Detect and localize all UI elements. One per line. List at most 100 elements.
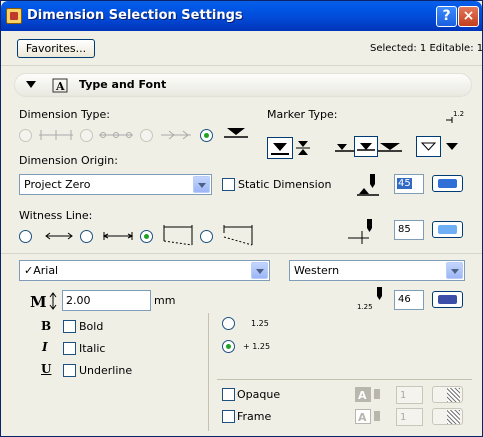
- marker-type-label: Marker Type:: [267, 108, 338, 121]
- underline-checkbox[interactable]: [63, 364, 76, 377]
- chevron-down-icon[interactable]: [251, 262, 268, 279]
- witness-full-icon: [163, 225, 193, 246]
- background-pen-icon: A: [355, 387, 380, 402]
- close-button[interactable]: ×: [458, 6, 479, 27]
- marker-dropdown-icon[interactable]: [444, 141, 460, 153]
- frame-label: Frame: [237, 410, 272, 423]
- hatch-pattern-icon: [447, 410, 460, 424]
- svg-text:A: A: [358, 411, 367, 424]
- static-dimension-label: Static Dimension: [238, 178, 332, 191]
- text-position-label-2: + 1.25: [243, 342, 271, 351]
- dimension-origin-select[interactable]: Project Zero: [19, 174, 212, 195]
- marker-wide-triangle-icon[interactable]: [378, 141, 402, 155]
- dimension-pen-color-button[interactable]: [432, 175, 463, 192]
- witness-pen-field[interactable]: 85: [394, 220, 424, 240]
- frame-fill-button[interactable]: [432, 408, 463, 425]
- dimension-pen-field[interactable]: 45: [394, 174, 424, 194]
- help-button[interactable]: ?: [436, 6, 457, 27]
- svg-text:A: A: [358, 389, 367, 402]
- section-header-type-font[interactable]: A Type and Font: [14, 73, 472, 97]
- bold-checkbox[interactable]: [63, 320, 76, 333]
- chevron-down-icon[interactable]: [193, 176, 210, 193]
- witness-radio-4[interactable]: [200, 230, 213, 243]
- marker-size-value: 1.2: [453, 110, 464, 118]
- selection-status: Selected: 1 Editable: 1: [370, 43, 483, 54]
- vertical-divider: [208, 313, 209, 431]
- marker-hourglass-icon[interactable]: [295, 138, 311, 158]
- dim-type-arrow-icon: [161, 130, 191, 140]
- text-pen-marker: 1.25: [357, 303, 373, 311]
- window-title: Dimension Selection Settings: [27, 8, 243, 23]
- dimension-pen-value: 45: [397, 178, 412, 189]
- frame-pen-field[interactable]: 1: [396, 408, 423, 426]
- text-pen-color-button[interactable]: [432, 291, 463, 308]
- opaque-fill-button[interactable]: [432, 386, 463, 403]
- section-title: Type and Font: [79, 78, 167, 91]
- title-bar[interactable]: Dimension Selection Settings ? ×: [1, 1, 482, 31]
- marker-button-2[interactable]: [354, 136, 378, 157]
- dim-type-elevation-icon: [224, 128, 248, 138]
- font-size-input[interactable]: 2.00: [62, 290, 151, 311]
- dimension-type-label: Dimension Type:: [19, 108, 110, 121]
- header-divider: [1, 65, 482, 66]
- dim-type-radio-1[interactable]: [19, 129, 32, 142]
- witness-fixed-icon: [223, 225, 253, 246]
- italic-icon: I: [42, 340, 48, 354]
- static-dimension-checkbox[interactable]: [222, 178, 235, 191]
- marker-open-triangle-icon: [420, 142, 437, 151]
- bold-label: Bold: [79, 320, 104, 333]
- dim-type-radio-3[interactable]: [140, 129, 153, 142]
- text-pen-swatch: [438, 295, 457, 304]
- dim-type-radio-2[interactable]: [80, 129, 93, 142]
- marker-pen-icon: [357, 174, 379, 196]
- dimension-pen-swatch: [438, 179, 457, 188]
- font-divider: [1, 253, 482, 254]
- text-pen-icon: [377, 287, 382, 300]
- frame-pen-icon: A: [355, 409, 380, 424]
- opaque-checkbox[interactable]: [222, 388, 235, 401]
- fill-divider: [217, 379, 472, 380]
- marker-size-icon: 1.2: [446, 110, 464, 123]
- witness-pen-swatch: [438, 225, 457, 234]
- marker-button-3[interactable]: [416, 136, 441, 157]
- witness-pen-color-button[interactable]: [432, 221, 463, 238]
- svg-text:M: M: [30, 293, 47, 311]
- text-font-icon: A: [52, 78, 68, 93]
- font-size-unit: mm: [154, 294, 176, 307]
- frame-checkbox[interactable]: [222, 410, 235, 423]
- collapse-triangle-icon[interactable]: [26, 81, 36, 88]
- marker-filled-triangle-icon: [357, 143, 375, 151]
- dim-type-tick-icon: [39, 130, 73, 140]
- bold-icon: B: [41, 319, 52, 333]
- font-size-icon: M: [30, 292, 57, 311]
- dim-type-dot-icon: [99, 132, 133, 138]
- opaque-label: Opaque: [237, 388, 281, 401]
- hatch-pattern-icon: [447, 388, 460, 402]
- witness-short-icon: [102, 232, 134, 240]
- font-encoding-select[interactable]: Western: [289, 260, 465, 281]
- text-position-radio-1[interactable]: [222, 317, 235, 330]
- text-pen-field[interactable]: 46: [394, 290, 424, 310]
- witness-radio-1[interactable]: [19, 230, 32, 243]
- italic-checkbox[interactable]: [63, 342, 76, 355]
- witness-pen-icon: [348, 219, 372, 244]
- opaque-pen-field[interactable]: 1: [396, 386, 423, 404]
- font-family-value: ✓Arial: [24, 264, 59, 277]
- font-family-select[interactable]: ✓Arial: [19, 260, 270, 281]
- witness-line-label: Witness Line:: [19, 209, 93, 222]
- chevron-down-icon[interactable]: [446, 262, 463, 279]
- dimension-origin-value: Project Zero: [24, 178, 91, 191]
- witness-radio-3[interactable]: [140, 230, 153, 243]
- witness-radio-2[interactable]: [80, 230, 93, 243]
- italic-label: Italic: [79, 342, 106, 355]
- text-position-radio-2[interactable]: [222, 340, 235, 353]
- app-icon: [6, 8, 22, 24]
- dim-type-radio-4[interactable]: [200, 129, 213, 142]
- favorites-button[interactable]: Favorites...: [17, 39, 95, 58]
- witness-none-icon: [45, 232, 73, 240]
- dimension-origin-label: Dimension Origin:: [19, 154, 118, 167]
- text-position-label-1: 1.25: [251, 319, 269, 328]
- marker-button-1[interactable]: [267, 137, 293, 159]
- marker-small-triangle-icon[interactable]: [335, 141, 355, 155]
- dialog-window: Dimension Selection Settings ? × Favorit…: [0, 0, 483, 437]
